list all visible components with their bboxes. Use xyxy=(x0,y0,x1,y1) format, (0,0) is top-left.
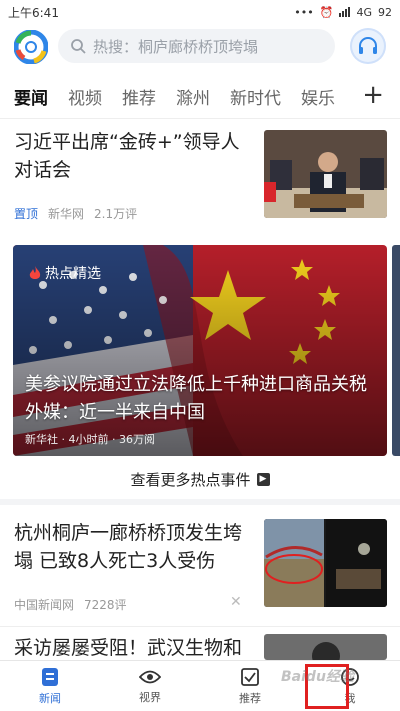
search-placeholder: 热搜：桐庐廊桥桥顶垮塌 xyxy=(93,37,259,56)
search-input[interactable]: 热搜：桐庐廊桥桥顶垮塌 xyxy=(58,29,335,63)
tab-local[interactable]: 滁州 xyxy=(176,84,210,109)
nav-vision[interactable]: 视界 xyxy=(100,661,200,711)
status-time: 上午6:41 xyxy=(8,5,59,20)
nav-recommend-label: 推荐 xyxy=(239,691,261,705)
status-bar: 上午6:41 ••• ⏰ 4G 92 xyxy=(0,0,400,24)
news-source: 中国新闻网 xyxy=(14,598,75,612)
news-comments: 7228评 xyxy=(84,598,127,612)
nav-news[interactable]: 新闻 xyxy=(0,661,100,711)
search-icon xyxy=(71,39,86,54)
alarm-icon: ⏰ xyxy=(319,5,334,19)
app-logo-icon[interactable] xyxy=(14,30,48,64)
list-item[interactable]: 采访屡屡受阻！武汉生物和 xyxy=(0,632,400,662)
news-icon xyxy=(42,667,58,686)
news-thumbnail xyxy=(264,519,387,607)
section-divider xyxy=(0,499,400,505)
dots-icon: ••• xyxy=(294,5,314,19)
status-icons: ••• ⏰ 4G 92 xyxy=(294,6,392,19)
news-meta: 置顶 新华网 2.1万评 xyxy=(14,205,137,222)
signal-icon xyxy=(339,7,351,17)
tab-recommend[interactable]: 推荐 xyxy=(122,84,156,109)
news-source: 新华网 xyxy=(48,207,85,221)
more-hot-label: 查看更多热点事件 xyxy=(130,470,251,489)
add-channel-button[interactable]: + xyxy=(362,80,384,110)
nav-news-label: 新闻 xyxy=(39,691,61,705)
flame-icon xyxy=(29,265,41,279)
hot-picks-label: 热点精选 xyxy=(45,266,101,282)
hot-picks-tag: 热点精选 xyxy=(29,263,101,283)
tab-video[interactable]: 视频 xyxy=(68,84,102,109)
more-hot-events-link[interactable]: 查看更多热点事件 ▶ xyxy=(0,466,400,492)
headphones-icon xyxy=(359,37,377,54)
news-title: 习近平出席“金砖+”领导人对话会 xyxy=(14,131,240,181)
dismiss-icon[interactable]: ✕ xyxy=(230,594,242,610)
news-meta: 中国新闻网 7228评 xyxy=(14,596,127,613)
pinned-badge: 置顶 xyxy=(14,207,39,221)
banner-title: 美参议院通过立法降低上千种进口商品关税 外媒：近一半来自中国 xyxy=(25,374,367,423)
watermark: Baidu经验 xyxy=(281,669,354,685)
audio-button[interactable] xyxy=(350,28,386,64)
battery-level: 92 xyxy=(378,5,392,19)
news-thumbnail xyxy=(264,634,387,660)
banner-meta: 新华社 · 4小时前 · 36万阅 xyxy=(25,433,155,446)
arrow-right-icon: ▶ xyxy=(256,472,270,486)
divider xyxy=(0,626,400,627)
tab-headlines[interactable]: 要闻 xyxy=(14,84,48,109)
top-bar: 热搜：桐庐廊桥桥顶垮塌 xyxy=(0,26,400,68)
nav-vision-label: 视界 xyxy=(139,690,161,704)
hot-banner[interactable]: 热点精选 美参议院通过立法降低上千种进口商品关税 外媒：近一半来自中国 新华社 … xyxy=(13,245,387,456)
channel-tabs: 要闻 视频 推荐 滁州 新时代 娱乐 + xyxy=(0,76,400,116)
news-title: 杭州桐庐一廊桥桥顶发生垮塌 已致8人死亡3人受伤 xyxy=(14,522,243,572)
check-icon xyxy=(241,667,259,686)
eye-icon xyxy=(139,670,161,683)
network-type: 4G xyxy=(356,5,372,19)
divider xyxy=(0,118,400,119)
list-item[interactable]: 习近平出席“金砖+”领导人对话会 置顶 新华网 2.1万评 xyxy=(0,128,400,238)
news-title: 采访屡屡受阻！武汉生物和 xyxy=(14,637,243,659)
tab-new-era[interactable]: 新时代 xyxy=(230,84,281,109)
news-comments: 2.1万评 xyxy=(94,207,138,221)
next-banner-peek xyxy=(392,245,400,456)
list-item[interactable]: 杭州桐庐一廊桥桥顶发生垮塌 已致8人死亡3人受伤 中国新闻网 7228评 xyxy=(0,515,400,625)
news-thumbnail xyxy=(264,130,387,218)
